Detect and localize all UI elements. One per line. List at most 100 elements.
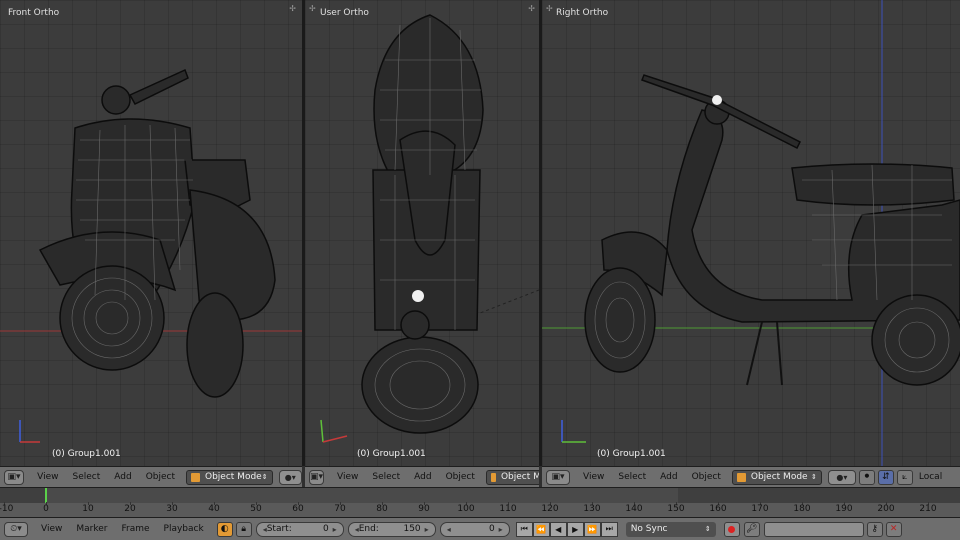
- increment-icon: ▸: [332, 524, 337, 534]
- timeline-tick-label: 110: [499, 504, 517, 514]
- shading-button[interactable]: ●▾: [278, 469, 302, 485]
- timeline-after-range: [678, 488, 960, 503]
- playback-menu[interactable]: Playback: [157, 524, 211, 534]
- current-frame-cursor[interactable]: [45, 488, 47, 503]
- mode-select[interactable]: Object Mode ⇕: [186, 469, 273, 485]
- jump-end-icon[interactable]: ⏭: [600, 521, 618, 537]
- viewport-label: Right Ortho: [556, 8, 609, 18]
- editor-type-button[interactable]: ▣▾: [4, 469, 25, 485]
- viewport-corner-icon[interactable]: ✢: [309, 4, 316, 13]
- timeline-tick-label: 140: [625, 504, 643, 514]
- timeline-tick-label: 170: [751, 504, 769, 514]
- sync-select[interactable]: No Sync ⇕: [625, 521, 716, 537]
- scooter-top-wireframe: [320, 14, 539, 443]
- playback-controls: ⏮ ⏪ ◀ ▶ ⏩ ⏭: [515, 521, 618, 537]
- timeline-tick-label: -10: [0, 504, 14, 514]
- add-menu[interactable]: Add: [407, 472, 438, 482]
- timeline-tick-label: 50: [250, 504, 262, 514]
- object-menu[interactable]: Object: [139, 472, 182, 482]
- scooter-side-wireframe: [542, 0, 960, 466]
- end-frame-field[interactable]: ◂ End: 150 ▸: [347, 521, 436, 537]
- add-menu[interactable]: Add: [107, 472, 138, 482]
- viewport-header-front: ▣▾ View Select Add Object Object Mode ⇕ …: [0, 466, 302, 487]
- viewport-label: User Ortho: [320, 8, 369, 18]
- select-menu[interactable]: Select: [611, 472, 653, 482]
- mode-label: Object M: [500, 472, 539, 482]
- jump-start-icon[interactable]: ⏮: [515, 521, 533, 537]
- viewport-right-ortho[interactable]: Right Ortho ✢ (0) Group1.001: [542, 0, 960, 466]
- timeline-tick-label: 200: [877, 504, 895, 514]
- timeline-tick-label: 180: [793, 504, 811, 514]
- view-menu[interactable]: View: [330, 472, 365, 482]
- chevron-icon: ⇕: [704, 525, 711, 533]
- play-icon[interactable]: ▶: [566, 521, 584, 537]
- shading-button[interactable]: ●▾: [827, 469, 856, 485]
- viewport-corner-icon[interactable]: ✢: [528, 4, 535, 13]
- delete-keyframe-icon[interactable]: ✕: [885, 521, 902, 537]
- current-frame-field[interactable]: ◂ 0 ▸: [439, 521, 510, 537]
- timeline-tick-label: 60: [292, 504, 304, 514]
- insert-keyframe-icon[interactable]: ⚷: [866, 521, 883, 537]
- viewport-corner-icon[interactable]: ✢: [546, 4, 553, 13]
- scooter-front-wireframe: [0, 68, 302, 443]
- view-menu[interactable]: View: [34, 524, 69, 534]
- active-object-label: (0) Group1.001: [597, 449, 666, 459]
- editor-type-button[interactable]: ▣▾: [546, 469, 570, 485]
- timeline-tick-label: 120: [541, 504, 559, 514]
- viewport-corner-icon[interactable]: ✢: [289, 4, 296, 13]
- editor-type-button[interactable]: ⏲▾: [4, 521, 28, 537]
- add-menu[interactable]: Add: [653, 472, 684, 482]
- lock-icon[interactable]: 🔒︎: [235, 521, 252, 537]
- timeline-tick-label: 210: [919, 504, 937, 514]
- object-menu[interactable]: Object: [685, 472, 728, 482]
- keying-set-icon[interactable]: 🔑︎: [743, 521, 760, 537]
- prev-keyframe-icon[interactable]: ⏪: [532, 521, 550, 537]
- timeline-header: ⏲▾ View Marker Frame Playback ◐ 🔒︎ ◂ Sta…: [0, 517, 960, 540]
- keying-set-field[interactable]: [763, 521, 864, 537]
- viewport-front-ortho[interactable]: Front Ortho ✢ (0) Group1.001: [0, 0, 302, 466]
- next-keyframe-icon[interactable]: ⏩: [583, 521, 601, 537]
- select-menu[interactable]: Select: [365, 472, 407, 482]
- record-button[interactable]: [723, 521, 740, 537]
- timeline[interactable]: -10 0 10 20 30 40 50 60 70 80 90 100 110 120 130 140 150…: [0, 487, 960, 517]
- chevron-icon: ⇕: [261, 473, 268, 481]
- chevron-icon: ⇕: [811, 473, 817, 481]
- start-value: 0: [322, 524, 329, 534]
- timeline-tick-label: 80: [376, 504, 388, 514]
- frame-menu[interactable]: Frame: [114, 524, 156, 534]
- object-mode-icon: [736, 472, 746, 482]
- active-object-label: (0) Group1.001: [357, 449, 426, 459]
- pivot-icon[interactable]: ⚫: [858, 469, 875, 485]
- transform-orientation-icon[interactable]: ⟀: [896, 469, 913, 485]
- object-menu[interactable]: Object: [439, 472, 482, 482]
- transform-orientation-label[interactable]: Local: [913, 472, 949, 482]
- play-reverse-icon[interactable]: ◀: [549, 521, 567, 537]
- timeline-tick-label: 40: [208, 504, 220, 514]
- preview-range-icon[interactable]: ◐: [216, 521, 233, 537]
- mode-select[interactable]: Object Mode ⇕: [731, 469, 822, 485]
- timeline-before-range: [0, 488, 46, 503]
- marker-menu[interactable]: Marker: [69, 524, 114, 534]
- timeline-tick-label: 160: [709, 504, 727, 514]
- increment-icon: ▸: [424, 524, 429, 534]
- mode-label: Object Mode: [205, 472, 262, 482]
- timeline-frame-range: [46, 488, 678, 503]
- viewport-user-ortho[interactable]: User Ortho ✢ ✢ (0) Group1.001: [305, 0, 539, 466]
- timeline-tick-label: 150: [667, 504, 685, 514]
- start-frame-field[interactable]: ◂ Start: 0 ▸: [255, 521, 344, 537]
- editor-type-button[interactable]: ▣▾: [309, 469, 325, 485]
- object-mode-icon: [191, 472, 200, 482]
- view-menu[interactable]: View: [30, 472, 65, 482]
- view-menu[interactable]: View: [576, 472, 611, 482]
- end-label: End:: [358, 524, 379, 534]
- manipulator-icon[interactable]: ⇵: [877, 469, 894, 485]
- decrement-icon: ◂: [446, 524, 451, 534]
- timeline-tick-label: 10: [82, 504, 94, 514]
- select-menu[interactable]: Select: [65, 472, 107, 482]
- start-label: Start:: [266, 524, 292, 534]
- mode-label: Object Mode: [750, 472, 808, 482]
- timeline-tick-label: 100: [457, 504, 475, 514]
- mode-select[interactable]: Object M: [485, 469, 539, 485]
- active-object-label: (0) Group1.001: [52, 449, 121, 459]
- timeline-tick-label: 190: [835, 504, 853, 514]
